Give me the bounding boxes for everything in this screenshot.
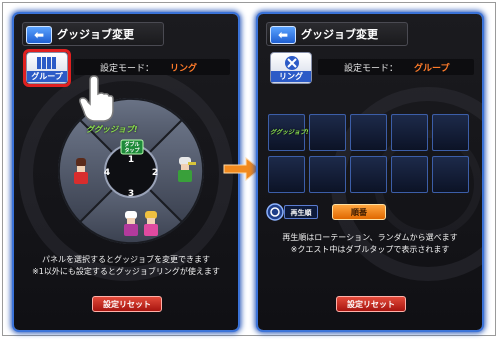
mode-value: グループ xyxy=(414,64,450,74)
goodjob-slot-4[interactable] xyxy=(391,114,428,151)
character-sprite-3b xyxy=(144,211,158,236)
order-button[interactable]: 順番 xyxy=(332,204,386,220)
mode-display: 設定モード： リング xyxy=(74,59,230,75)
goodjob-slot-9[interactable] xyxy=(391,156,428,193)
title-bar: ⬅ グッジョブ変更 xyxy=(22,22,164,46)
instruction-line-2: ※1以外にも設定するとグッジョブリングが使えます xyxy=(32,267,220,276)
page-title: グッジョブ変更 xyxy=(57,28,134,41)
ring-mode-label: リング xyxy=(271,71,311,82)
ring-icon xyxy=(285,56,299,70)
goodjob-slot-8[interactable] xyxy=(350,156,387,193)
play-order-button[interactable]: 再生順 xyxy=(266,202,320,222)
character-sprite-4 xyxy=(74,158,88,184)
highlight-ring xyxy=(23,49,71,87)
goodjob-slot-grid: ググッジョブ! xyxy=(268,114,472,198)
group-mode-panel: ⬅ グッジョブ変更 リング 設定モード： グループ ググッジョブ! 再生順 順番… xyxy=(258,14,482,330)
reset-settings-button[interactable]: 設定リセット xyxy=(336,296,406,312)
segment-number-4: 4 xyxy=(104,168,110,178)
instruction-line-2: ※クエスト中はダブルタップで表示されます xyxy=(290,245,450,254)
character-sprite-2 xyxy=(178,157,196,182)
slot-1-text: ググッジョブ! xyxy=(270,129,309,136)
double-tap-text-2: タップ xyxy=(124,147,140,154)
goodjob-slot-3[interactable] xyxy=(350,114,387,151)
double-tap-text-1: ダブル xyxy=(124,141,139,148)
goodjob-slot-7[interactable] xyxy=(309,156,346,193)
instruction-line-1: 再生順はローテーション、ランダムから選べます xyxy=(282,233,458,242)
goodjob-slot-6[interactable] xyxy=(268,156,305,193)
mode-value: リング xyxy=(170,64,198,74)
ring-mode-panel: ⬅ グッジョブ変更 グループ 設定モード： リング 1 2 3 4 ダブル タッ… xyxy=(14,14,238,330)
reset-settings-button[interactable]: 設定リセット xyxy=(92,296,162,312)
segment-number-3: 3 xyxy=(128,189,134,199)
mode-label: 設定モード： xyxy=(100,64,155,74)
goodjob-slot-2[interactable] xyxy=(309,114,346,151)
back-arrow-icon: ⬅ xyxy=(277,28,289,42)
goodjob-badge: ググッジョブ! xyxy=(86,125,138,134)
transition-arrow-icon xyxy=(223,156,261,182)
segment-number-1: 1 xyxy=(128,155,134,165)
goodjob-slot-1[interactable]: ググッジョブ! xyxy=(268,114,309,151)
back-button[interactable]: ⬅ xyxy=(270,26,296,44)
page-title: グッジョブ変更 xyxy=(301,28,378,41)
mode-label: 設定モード： xyxy=(344,64,399,74)
character-sprite-3a xyxy=(124,211,138,236)
play-order-icon xyxy=(266,203,284,221)
title-bar: ⬅ グッジョブ変更 xyxy=(266,22,408,46)
back-button[interactable]: ⬅ xyxy=(26,26,52,44)
segment-number-2: 2 xyxy=(152,168,158,178)
mode-display: 設定モード： グループ xyxy=(318,59,474,75)
ring-mode-button[interactable]: リング xyxy=(270,52,312,84)
goodjob-slot-10[interactable] xyxy=(432,156,469,193)
tap-hand-icon xyxy=(79,75,114,122)
instruction-line-1: パネルを選択するとグッジョブを変更できます xyxy=(42,255,210,264)
back-arrow-icon: ⬅ xyxy=(33,28,45,42)
play-order-label: 再生順 xyxy=(284,205,318,219)
goodjob-slot-5[interactable] xyxy=(432,114,469,151)
